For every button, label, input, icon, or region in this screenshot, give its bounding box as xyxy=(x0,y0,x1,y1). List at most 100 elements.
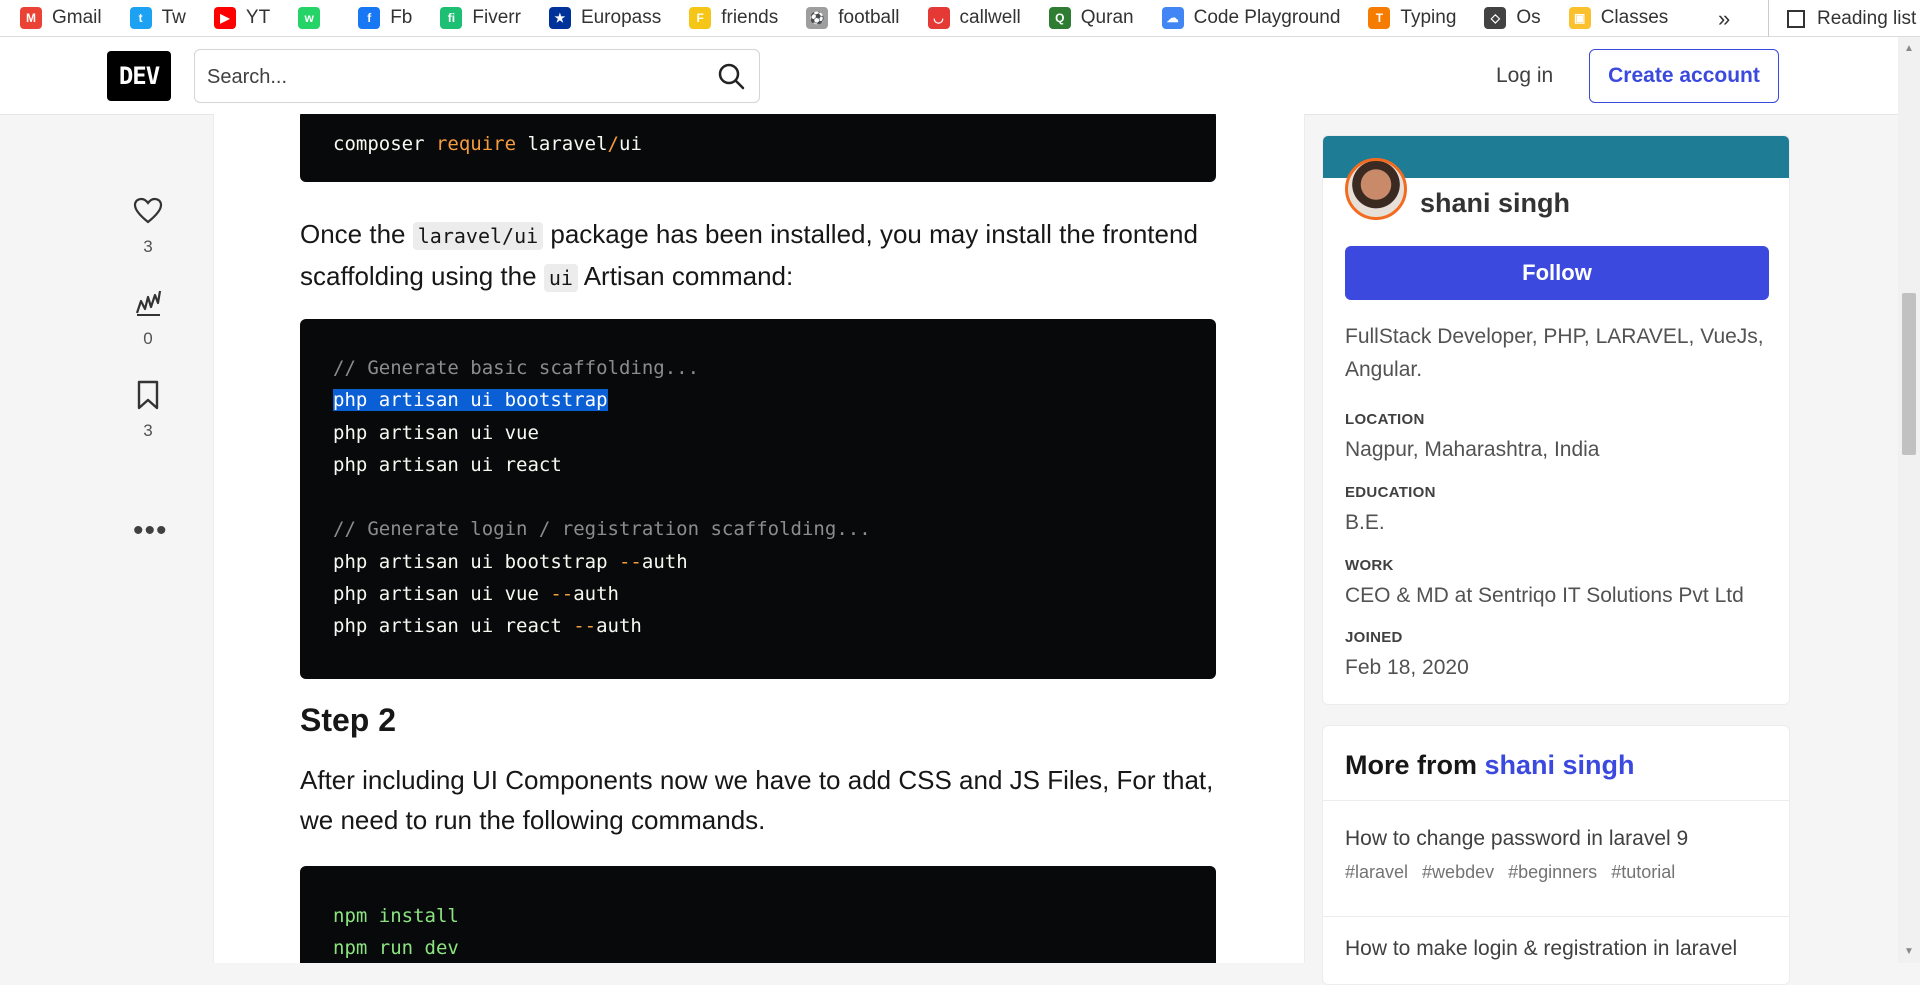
bookmarks-overflow-button[interactable]: » xyxy=(1718,0,1730,37)
bookmark-label: Tw xyxy=(161,7,186,28)
bookmark-label: callwell xyxy=(959,7,1021,28)
tag-link[interactable]: #tutorial xyxy=(1611,862,1675,882)
education-value: B.E. xyxy=(1345,511,1385,534)
bookmark-whatsapp[interactable]: w xyxy=(298,7,330,29)
tag-link[interactable]: #beginners xyxy=(1508,862,1597,882)
bookmark-label: Quran xyxy=(1080,7,1134,28)
more-from-prefix: More from xyxy=(1345,750,1485,780)
bookmark-label: YT xyxy=(245,7,271,28)
code-token: -- xyxy=(573,615,597,638)
code-line: php artisan ui bootstrap xyxy=(333,384,1216,416)
code-token: php artisan ui vue xyxy=(333,583,551,606)
bookmark-label: Classes xyxy=(1600,7,1669,28)
code-line: php artisan ui vue --auth xyxy=(333,578,1216,610)
bookmark-callwell[interactable]: ◡ callwell xyxy=(927,7,1021,29)
unicorn-icon xyxy=(135,290,162,316)
scroll-down-icon[interactable]: ▼ xyxy=(1904,946,1914,957)
heart-count: 3 xyxy=(143,237,153,256)
code-token: php artisan ui vue xyxy=(333,421,539,444)
author-avatar[interactable] xyxy=(1345,158,1407,220)
bookmark-quran[interactable]: Q Quran xyxy=(1048,7,1134,29)
step-2-heading: Step 2 xyxy=(300,702,397,738)
code-token: auth xyxy=(596,615,642,638)
code-line: npm run dev xyxy=(333,932,1216,963)
bookmark-yt[interactable]: ▶ YT xyxy=(213,7,271,29)
dev-logo[interactable]: DEV xyxy=(107,51,171,101)
search-icon[interactable] xyxy=(715,60,747,92)
divider xyxy=(1323,800,1789,801)
unicorn-reaction-button[interactable]: 0 xyxy=(126,287,170,349)
code-token: npm run dev xyxy=(333,937,459,960)
follow-button[interactable]: Follow xyxy=(1345,246,1769,300)
code-token: / xyxy=(607,133,619,155)
bookmark-icon xyxy=(137,380,159,410)
youtube-icon: ▶ xyxy=(213,7,236,29)
bookmark-code-playground[interactable]: ☁ Code Playground xyxy=(1161,7,1341,29)
more-item-title-1[interactable]: How to change password in laravel 9 xyxy=(1345,827,1688,851)
code-token: auth xyxy=(573,583,619,606)
code-line: // Generate login / registration scaffol… xyxy=(333,513,1216,545)
typing-icon: T xyxy=(1368,7,1391,29)
tag-link[interactable]: #laravel xyxy=(1345,862,1408,882)
bookmark-label: Code Playground xyxy=(1193,7,1341,28)
code-token: php artisan ui react xyxy=(333,453,562,476)
scroll-up-icon[interactable]: ▲ xyxy=(1904,43,1914,54)
bookmark-gmail[interactable]: M Gmail xyxy=(20,7,102,29)
heart-reaction-button[interactable]: 3 xyxy=(126,195,170,257)
code-block-artisan: // Generate basic scaffolding... php arti… xyxy=(300,319,1216,679)
work-label: WORK xyxy=(1345,557,1394,574)
bookmark-europass[interactable]: ★ Europass xyxy=(548,7,662,29)
os-icon: ◇ xyxy=(1484,7,1507,29)
search-input[interactable] xyxy=(205,58,689,96)
article-body: composer require laravel/ui Once the lar… xyxy=(213,114,1305,963)
reading-list-icon xyxy=(1787,9,1805,28)
para-text: Once the xyxy=(300,219,413,249)
gmail-icon: M xyxy=(20,7,42,29)
more-item-tags-1: #laravel #webdev #beginners #tutorial xyxy=(1345,862,1689,883)
bookmark-friends[interactable]: Ffriends xyxy=(689,7,778,29)
bookmark-tw[interactable]: t Tw xyxy=(129,7,186,29)
author-card: shani singh Follow FullStack Developer, … xyxy=(1322,135,1790,705)
search-box[interactable] xyxy=(194,49,760,103)
reading-list-label: Reading list xyxy=(1817,7,1917,29)
bookmark-classes[interactable]: ▣ Classes xyxy=(1568,7,1669,29)
site-header: DEV Log in Create account xyxy=(0,37,1898,115)
code-token: -- xyxy=(550,583,574,606)
code-token: // Generate basic scaffolding... xyxy=(333,357,700,379)
more-item-title-2[interactable]: How to make login & registration in lara… xyxy=(1345,937,1737,961)
location-value: Nagpur, Maharashtra, India xyxy=(1345,438,1600,461)
bookmarks-bar: M Gmail t Tw ▶ YT w f Fb fi Fiverr ★ Europass Ffriend… xyxy=(0,0,1920,37)
bookmark-count: 3 xyxy=(143,421,153,440)
paragraph-install-scaffolding: Once the laravel/ui package has been ins… xyxy=(300,214,1216,298)
bookmark-typing[interactable]: T Typing xyxy=(1368,7,1456,29)
reading-list-button[interactable]: Reading list xyxy=(1768,0,1916,37)
code-token: auth xyxy=(641,550,688,573)
classes-icon: ▣ xyxy=(1568,7,1591,29)
bookmark-reaction-button[interactable]: 3 xyxy=(126,379,170,441)
education-label: EDUCATION xyxy=(1345,484,1436,501)
bookmark-label: Europass xyxy=(580,7,662,28)
page-scrollbar[interactable]: ▲ ▼ xyxy=(1898,37,1920,963)
bookmark-os[interactable]: ◇ Os xyxy=(1484,7,1541,29)
tag-link[interactable]: #webdev xyxy=(1422,862,1494,882)
code-token: // Generate login / registration scaffol… xyxy=(333,518,871,541)
code-block-composer: composer require laravel/ui xyxy=(300,114,1216,182)
bookmark-label: Typing xyxy=(1400,7,1457,28)
code-token: require xyxy=(435,133,528,155)
para-text: Artisan command: xyxy=(577,261,794,291)
heart-icon xyxy=(133,197,163,224)
more-from-author-link[interactable]: shani singh xyxy=(1485,750,1635,780)
bookmark-label: Fb xyxy=(390,7,413,28)
bookmark-label: friends xyxy=(721,7,779,28)
more-actions-icon[interactable]: ••• xyxy=(133,516,168,546)
code-token: -- xyxy=(618,550,642,573)
bookmark-fb[interactable]: f Fb xyxy=(358,7,412,29)
scrollbar-thumb[interactable] xyxy=(1902,293,1916,455)
bookmark-football[interactable]: ⚽ football xyxy=(806,7,900,29)
code-token: php artisan ui bootstrap xyxy=(333,389,608,412)
author-name[interactable]: shani singh xyxy=(1420,188,1570,219)
bookmark-fiverr[interactable]: fi Fiverr xyxy=(440,7,521,29)
author-bio: FullStack Developer, PHP, LARAVEL, VueJs… xyxy=(1345,325,1764,381)
create-account-button[interactable]: Create account xyxy=(1589,49,1779,103)
login-link[interactable]: Log in xyxy=(1480,51,1569,101)
